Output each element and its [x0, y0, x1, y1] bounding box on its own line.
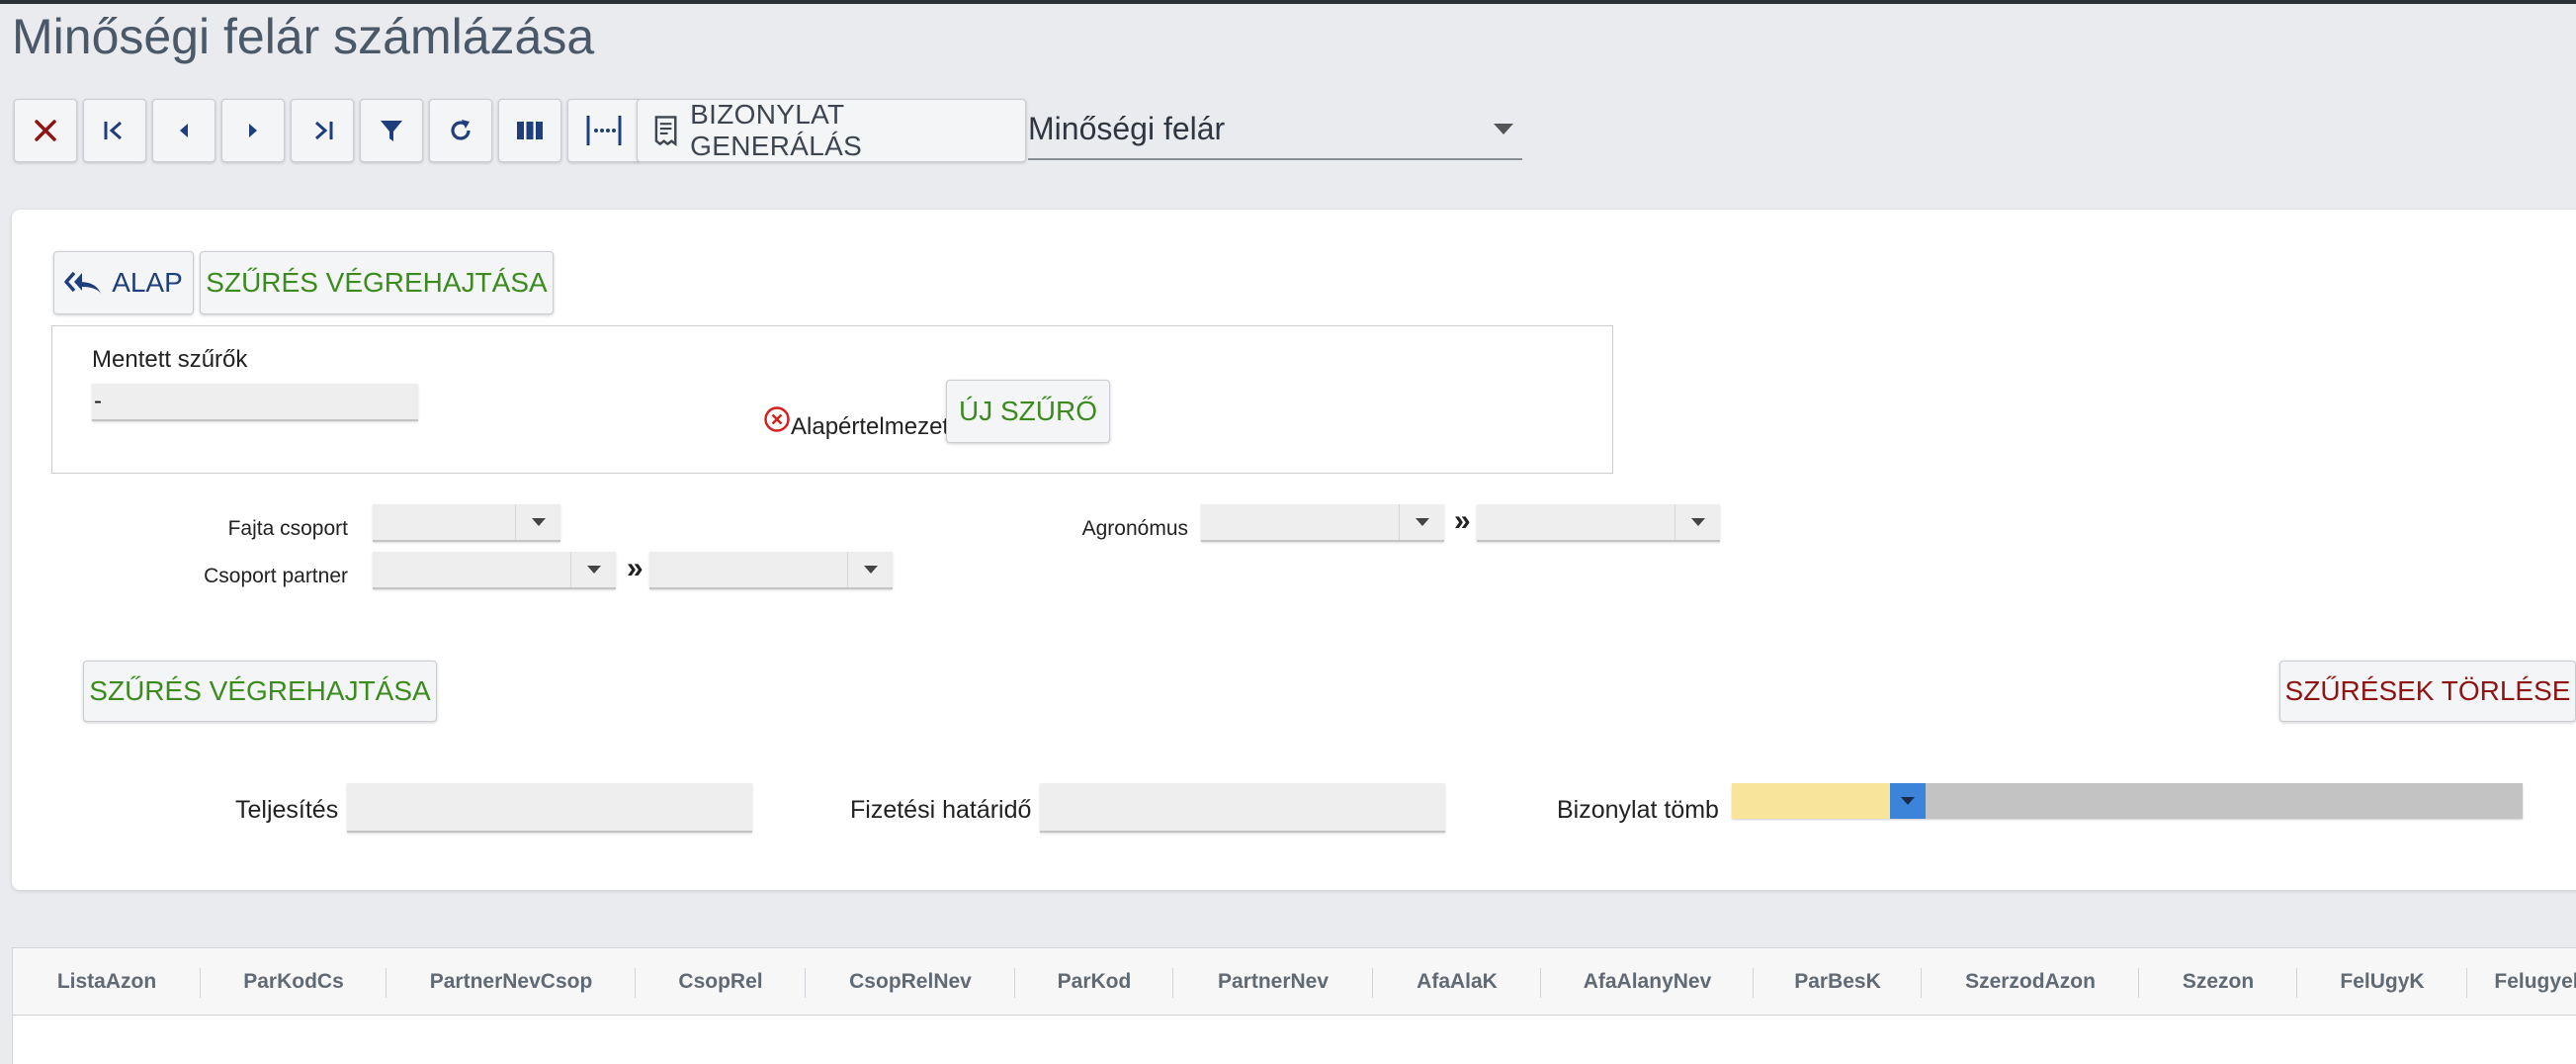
- caret-down-icon: [1690, 518, 1705, 526]
- column-header[interactable]: Felugyel: [2467, 948, 2576, 1016]
- last-icon: [315, 121, 333, 140]
- column-header[interactable]: AfaAlanyNev: [1541, 948, 1754, 1016]
- mode-select[interactable]: Minőségi felár: [1028, 99, 1522, 160]
- column-header-label: AfaAlanyNev: [1583, 970, 1712, 993]
- clear-filters-label: SZŰRÉSEK TÖRLÉSE: [2284, 675, 2571, 706]
- column-header[interactable]: Szezon: [2139, 948, 2297, 1016]
- fajta-csoport-label: Fajta csoport: [227, 517, 348, 540]
- mode-select-value: Minőségi felár: [1028, 110, 1226, 146]
- filter-button[interactable]: [360, 99, 423, 162]
- agronomus-from-select[interactable]: [1201, 504, 1444, 542]
- fajta-csoport-select[interactable]: [373, 504, 560, 542]
- bizonylat-tomb-select[interactable]: [1732, 783, 2523, 819]
- column-header[interactable]: SzerzodAzon: [1922, 948, 2139, 1016]
- caret-right-icon: [249, 124, 257, 137]
- column-header[interactable]: ListaAzon: [13, 948, 201, 1016]
- bizonylat-tomb-label: Bizonylat tömb: [1557, 796, 1719, 824]
- filter-card: ALAP SZŰRÉS VÉGREHAJTÁSA Mentett szűrők …: [12, 210, 2576, 890]
- execute-filter-button-top[interactable]: SZŰRÉS VÉGREHAJTÁSA: [200, 251, 554, 314]
- agronomus-to-select[interactable]: [1477, 504, 1720, 542]
- column-header[interactable]: ParKod: [1015, 948, 1173, 1016]
- fizetesi-hatarido-input[interactable]: [1040, 783, 1445, 833]
- column-header[interactable]: ParKodCs: [201, 948, 386, 1016]
- data-grid: ListaAzon ParKodCs PartnerNevCsop CsopRel Cs…: [12, 947, 2576, 1064]
- last-record-button[interactable]: [291, 99, 354, 162]
- generate-document-button[interactable]: BIZONYLAT GENERÁLÁS: [637, 99, 1026, 162]
- column-header[interactable]: CsopRelNev: [806, 948, 1015, 1016]
- csoport-partner-label: Csoport partner: [204, 565, 348, 587]
- column-header[interactable]: AfaAlaK: [1373, 948, 1541, 1016]
- csoport-partner-from-select[interactable]: [373, 552, 616, 589]
- close-circle-icon: [764, 406, 790, 432]
- column-header-label: PartnerNevCsop: [429, 970, 593, 993]
- column-header[interactable]: PartnerNevCsop: [386, 948, 636, 1016]
- caret-down-icon: [1415, 518, 1429, 526]
- saved-filters-select[interactable]: -: [92, 384, 418, 421]
- columns-icon: [517, 122, 543, 139]
- next-record-button[interactable]: [221, 99, 285, 162]
- refresh-icon: [451, 120, 471, 140]
- caret-down-icon: [1901, 797, 1915, 805]
- refresh-button[interactable]: [429, 99, 492, 162]
- execute-filter-label-top: SZŰRÉS VÉGREHAJTÁSA: [206, 267, 548, 298]
- chevron-down-icon: [1494, 124, 1513, 134]
- saved-filters-label: Mentett szűrők: [92, 346, 248, 373]
- saved-filters-panel: Mentett szűrők - Alapértelmezett? ÚJ SZŰ…: [51, 325, 1613, 474]
- teljesites-label: Teljesítés: [235, 796, 339, 824]
- receipt-icon: [654, 116, 677, 146]
- alap-label: ALAP: [112, 267, 183, 298]
- column-header-label: AfaAlaK: [1417, 970, 1498, 993]
- column-width-button[interactable]: [567, 99, 641, 162]
- execute-filter-label-bottom: SZŰRÉS VÉGREHAJTÁSA: [89, 675, 431, 706]
- column-header[interactable]: FelUgyK: [2297, 948, 2467, 1016]
- caret-down-icon: [586, 566, 601, 574]
- column-header-label: PartnerNev: [1217, 970, 1330, 993]
- csoport-partner-to-select[interactable]: [649, 552, 893, 589]
- first-record-button[interactable]: [83, 99, 146, 162]
- close-icon: [35, 120, 56, 141]
- range-separator: »: [627, 552, 644, 584]
- top-border: [0, 0, 2576, 4]
- column-header[interactable]: CsopRel: [636, 948, 806, 1016]
- page-title: Minőségi felár számlázása: [12, 9, 595, 64]
- default-filter-label: Alapértelmezett?: [791, 413, 970, 440]
- column-header-label: ParKodCs: [243, 970, 344, 993]
- alap-button[interactable]: ALAP: [53, 251, 194, 314]
- column-header[interactable]: ParBesK: [1754, 948, 1922, 1016]
- close-button[interactable]: [14, 99, 77, 162]
- column-header[interactable]: PartnerNev: [1173, 948, 1373, 1016]
- generate-document-label: BIZONYLAT GENERÁLÁS: [690, 99, 863, 161]
- column-header-label: ListaAzon: [56, 970, 157, 993]
- reply-all-icon: [64, 271, 102, 294]
- column-header-label: Szezon: [2182, 970, 2255, 993]
- columns-button[interactable]: [498, 99, 561, 162]
- clear-filters-button[interactable]: SZŰRÉSEK TÖRLÉSE: [2279, 661, 2576, 722]
- teljesites-input[interactable]: [347, 783, 752, 833]
- new-filter-label: ÚJ SZŰRŐ: [959, 396, 1097, 426]
- first-icon: [104, 121, 122, 140]
- column-header-label: ParBesK: [1794, 970, 1881, 993]
- bizonylat-tomb-dropdown-button[interactable]: [1890, 783, 1926, 819]
- caret-left-icon: [180, 124, 188, 137]
- column-width-icon: [586, 116, 622, 145]
- caret-down-icon: [531, 518, 546, 526]
- column-header-label: CsopRelNev: [849, 970, 972, 993]
- column-header-label: ParKod: [1057, 970, 1132, 993]
- new-filter-button[interactable]: ÚJ SZŰRŐ: [946, 380, 1110, 443]
- previous-record-button[interactable]: [152, 99, 215, 162]
- column-header-label: CsopRel: [678, 970, 763, 993]
- fizetesi-hatarido-label: Fizetési határidő: [850, 796, 1032, 824]
- caret-down-icon: [863, 566, 878, 574]
- agronomus-label: Agronómus: [1081, 517, 1188, 540]
- bizonylat-tomb-value: [1732, 783, 1890, 819]
- column-header-label: FelUgyK: [2340, 970, 2425, 993]
- grid-header: ListaAzon ParKodCs PartnerNevCsop CsopRel Cs…: [13, 948, 2576, 1016]
- execute-filter-button-bottom[interactable]: SZŰRÉS VÉGREHAJTÁSA: [83, 661, 437, 722]
- range-separator: »: [1454, 504, 1471, 537]
- filter-icon: [381, 121, 402, 141]
- column-header-label: SzerzodAzon: [1965, 970, 2096, 993]
- column-header-label: Felugyel: [2494, 970, 2576, 993]
